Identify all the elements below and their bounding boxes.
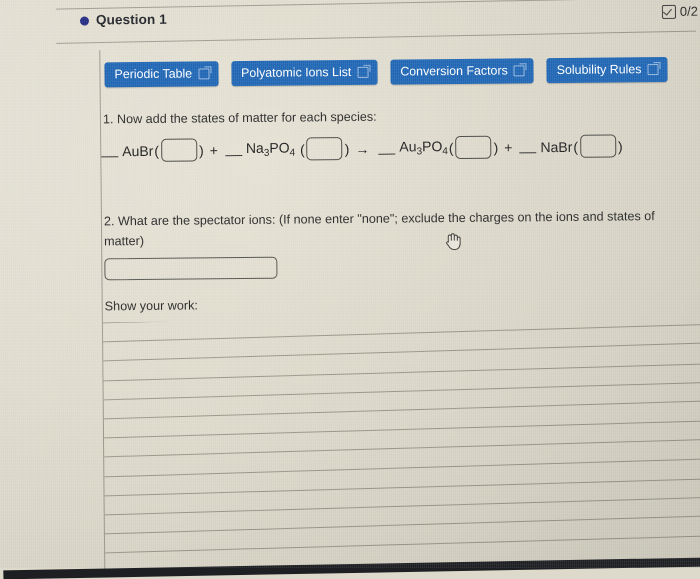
- resource-button-row: Periodic Table Polyatomic Ions List Conv…: [104, 56, 668, 88]
- periodic-table-button-label: Periodic Table: [114, 66, 193, 82]
- conversion-factors-button[interactable]: Conversion Factors: [390, 58, 534, 85]
- work-line: [104, 439, 700, 458]
- state-input-reactant1[interactable]: [160, 138, 198, 162]
- paren-open-4: (: [573, 138, 579, 155]
- question1-prompt: 1. Now add the states of matter for each…: [102, 109, 377, 127]
- paren-close-1: ): [198, 141, 204, 158]
- score-indicator: 0/2: [661, 3, 699, 19]
- reaction-arrow: →: [355, 140, 370, 157]
- paren-close-3: ): [493, 139, 499, 156]
- coefficient-blank-product1[interactable]: [378, 141, 396, 155]
- formula-au3po4-po: PO: [421, 138, 443, 155]
- show-your-work-label: Show your work:: [104, 298, 198, 314]
- external-link-icon: [198, 67, 210, 79]
- chemical-equation: AuBr ( ) + Na3PO4 ( ) → Au3PO4 ( ) + NaB…: [99, 134, 624, 162]
- state-input-reactant2[interactable]: [306, 137, 343, 161]
- screen-content: Question 1 0/2 Periodic Table Polyatomic…: [0, 0, 700, 579]
- external-link-icon: [513, 64, 525, 76]
- coefficient-blank-reactant1[interactable]: [101, 144, 119, 158]
- formula-na3po4-po: PO: [269, 139, 290, 156]
- spectator-ions-input[interactable]: [104, 256, 278, 281]
- solubility-rules-button-label: Solubility Rules: [556, 62, 642, 78]
- formula-au3po4-sub2: 4: [442, 146, 448, 158]
- paren-close-4: ): [617, 137, 623, 154]
- state-input-product2[interactable]: [579, 134, 617, 158]
- paren-open-1: (: [154, 142, 160, 159]
- state-input-product1[interactable]: [455, 135, 492, 159]
- paren-open-3: (: [448, 139, 454, 156]
- header-divider-top: [55, 0, 696, 10]
- question2-prompt: 2. What are the spectator ions: (If none…: [103, 209, 655, 249]
- formula-na3po4: Na3PO4: [246, 140, 295, 159]
- work-line: [103, 400, 700, 420]
- checkbox-checked-icon: [661, 4, 676, 19]
- paren-open-2: (: [296, 140, 305, 158]
- coefficient-blank-reactant2[interactable]: [224, 143, 242, 157]
- work-lined-area[interactable]: [102, 316, 700, 571]
- solubility-rules-button[interactable]: Solubility Rules: [546, 56, 668, 84]
- plus-sign-2: +: [504, 138, 513, 156]
- work-line: [105, 536, 700, 554]
- polyatomic-ions-list-button[interactable]: Polyatomic Ions List: [231, 59, 378, 87]
- page-title: Question 1: [95, 11, 167, 28]
- formula-nabr: NaBr: [540, 138, 573, 155]
- work-line: [104, 478, 700, 497]
- work-line: [103, 342, 700, 362]
- formula-au3po4-au: Au: [399, 138, 417, 155]
- work-line: [104, 497, 700, 516]
- paren-close-2: ): [344, 140, 350, 157]
- work-line: [103, 324, 700, 343]
- external-link-icon: [357, 66, 369, 78]
- work-line: [104, 420, 700, 439]
- work-line: [102, 316, 700, 324]
- plus-sign-1: +: [209, 141, 218, 158]
- formula-na3po4-sub2: 4: [289, 147, 296, 159]
- work-line: [103, 381, 700, 401]
- score-value: 0/2: [679, 3, 699, 19]
- formula-na3po4-na: Na: [245, 139, 264, 156]
- conversion-factors-button-label: Conversion Factors: [400, 63, 508, 79]
- work-line: [104, 515, 700, 535]
- formula-au3po4: Au3PO4: [399, 138, 448, 157]
- polyatomic-ions-list-button-label: Polyatomic Ions List: [241, 64, 352, 81]
- coefficient-blank-product2[interactable]: [519, 140, 537, 154]
- external-link-icon: [647, 63, 659, 75]
- header-divider-bottom: [56, 30, 697, 44]
- question-bullet-icon: [79, 16, 90, 26]
- work-line: [103, 363, 700, 381]
- work-line: [104, 458, 700, 477]
- periodic-table-button[interactable]: Periodic Table: [104, 61, 219, 88]
- formula-aubr: AuBr: [122, 142, 154, 159]
